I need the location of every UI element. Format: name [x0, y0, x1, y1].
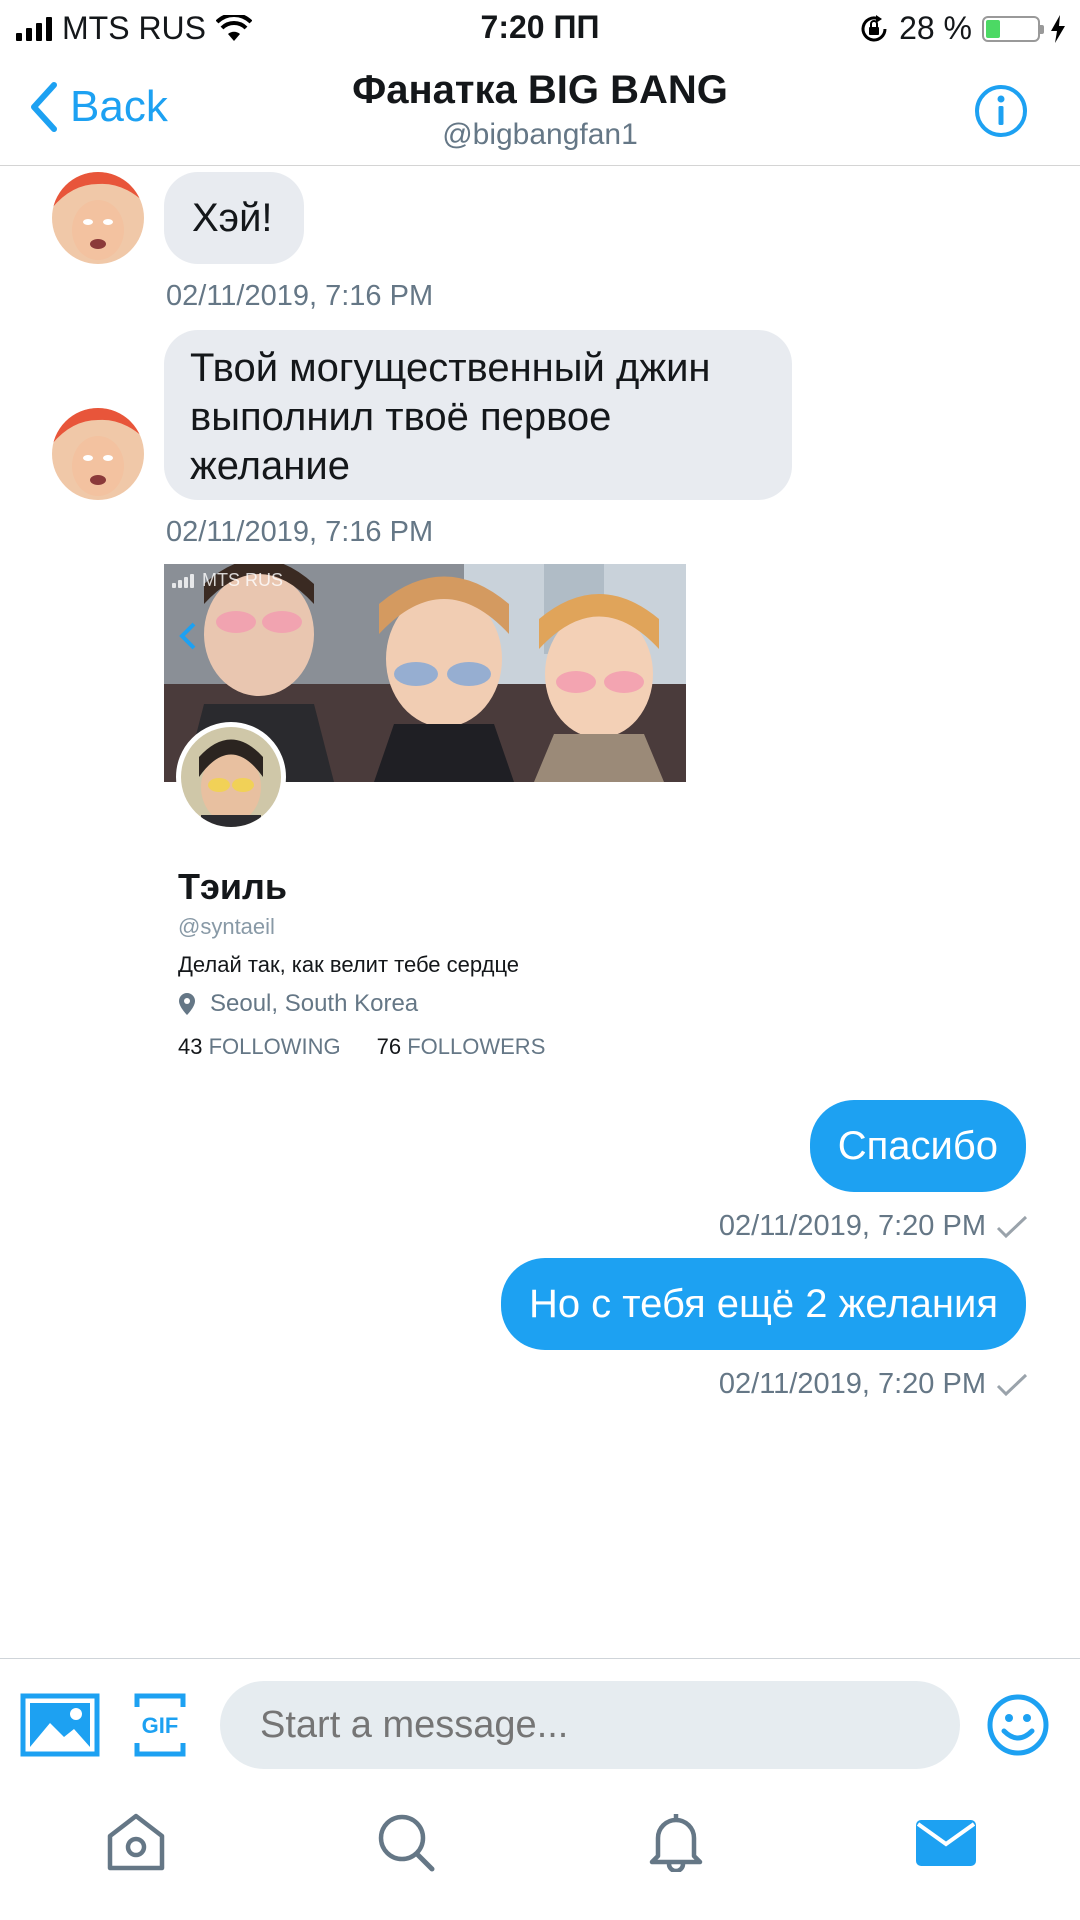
profile-card-avatar[interactable]: [176, 722, 286, 832]
signal-icon: [16, 16, 52, 41]
message-bubble-incoming[interactable]: Хэй!: [164, 172, 304, 264]
message-timestamp-row: 02/11/2019, 7:20 PM: [719, 1210, 1028, 1243]
message-bubble-outgoing[interactable]: Спасибо: [809, 1100, 1026, 1192]
conversation-title: Фанатка BIG BANG: [352, 68, 728, 112]
tab-search[interactable]: [374, 1812, 438, 1877]
following-label: FOLLOWING: [208, 1034, 341, 1059]
sender-avatar[interactable]: [52, 172, 144, 264]
followers-stat[interactable]: 76 FOLLOWERS: [377, 1034, 546, 1060]
profile-name: Тэиль: [178, 866, 288, 907]
profile-location-text: Seoul, South Korea: [210, 990, 419, 1017]
notifications-icon: [649, 1814, 703, 1874]
search-icon: [378, 1814, 435, 1872]
battery-group: 28 %: [859, 10, 1066, 47]
banner-status-overlay: MTS RUS: [172, 570, 283, 591]
message-timestamp: 02/11/2019, 7:20 PM: [718, 1210, 986, 1242]
tab-notifications[interactable]: [644, 1812, 708, 1877]
charging-icon: [1051, 14, 1065, 43]
message-text: Твой могущественный джин выполнил твоё п…: [190, 346, 711, 488]
location-pin-icon: [179, 993, 195, 1015]
carrier-name: MTS RUS: [62, 10, 206, 46]
home-icon: [107, 1813, 165, 1871]
gif-icon: GIF: [134, 1693, 186, 1757]
conversation-header: Back Фанатка BIG BANG @bigbangfan1: [0, 54, 1080, 166]
check-icon: [996, 1373, 1028, 1396]
message-timestamp-row: 02/11/2019, 7:20 PM: [719, 1368, 1028, 1401]
message-timestamp: 02/11/2019, 7:16 PM: [166, 280, 434, 312]
profile-stats: 43 FOLLOWING 76 FOLLOWERS: [178, 1034, 545, 1060]
message-text: Спасибо: [837, 1123, 998, 1168]
status-bar: MTS RUS 7:20 ПП 28 %: [0, 0, 1080, 54]
banner-carrier: MTS RUS: [202, 570, 283, 590]
following-count: 43: [178, 1034, 203, 1059]
profile-bio: Делай так, как велит тебе сердце: [178, 952, 520, 977]
message-composer: GIF: [0, 1658, 1080, 1782]
message-timestamp: 02/11/2019, 7:16 PM: [166, 516, 434, 548]
add-gif-button[interactable]: GIF: [134, 1693, 186, 1762]
conversation-handle: @bigbangfan1: [442, 118, 638, 151]
emoji-icon: [987, 1694, 1049, 1756]
carrier-group: MTS RUS: [16, 10, 252, 47]
followers-label: FOLLOWERS: [407, 1034, 546, 1059]
battery-percent: 28 %: [899, 10, 972, 46]
info-icon: [975, 85, 1027, 137]
message-bubble-incoming[interactable]: Твой могущественный джин выполнил твоё п…: [164, 330, 792, 500]
signal-icon: [172, 573, 194, 588]
message-bubble-outgoing[interactable]: Но с тебя ещё 2 желания: [500, 1258, 1026, 1350]
tab-bar: [0, 1782, 1080, 1920]
message-text: Хэй!: [192, 196, 273, 240]
add-image-button[interactable]: [20, 1693, 100, 1762]
followers-count: 76: [376, 1034, 402, 1059]
message-text: Но с тебя ещё 2 желания: [528, 1281, 998, 1326]
message-timestamp: 02/11/2019, 7:20 PM: [718, 1368, 986, 1400]
svg-text:GIF: GIF: [142, 1713, 179, 1738]
image-icon: [20, 1693, 100, 1757]
check-icon: [996, 1215, 1028, 1238]
emoji-button[interactable]: [986, 1693, 1050, 1762]
profile-location: Seoul, South Korea: [178, 990, 418, 1018]
message-input[interactable]: [220, 1681, 960, 1769]
rotation-lock-icon: [861, 14, 887, 41]
profile-handle: @syntaeil: [178, 914, 275, 939]
messages-icon: [916, 1820, 976, 1866]
battery-icon: [982, 15, 1044, 42]
tab-home[interactable]: [104, 1812, 168, 1877]
wifi-icon: [216, 14, 252, 41]
info-button[interactable]: [974, 84, 1028, 143]
following-stat[interactable]: 43 FOLLOWING: [178, 1034, 341, 1060]
sender-avatar[interactable]: [52, 408, 144, 500]
tab-messages[interactable]: [914, 1812, 978, 1877]
